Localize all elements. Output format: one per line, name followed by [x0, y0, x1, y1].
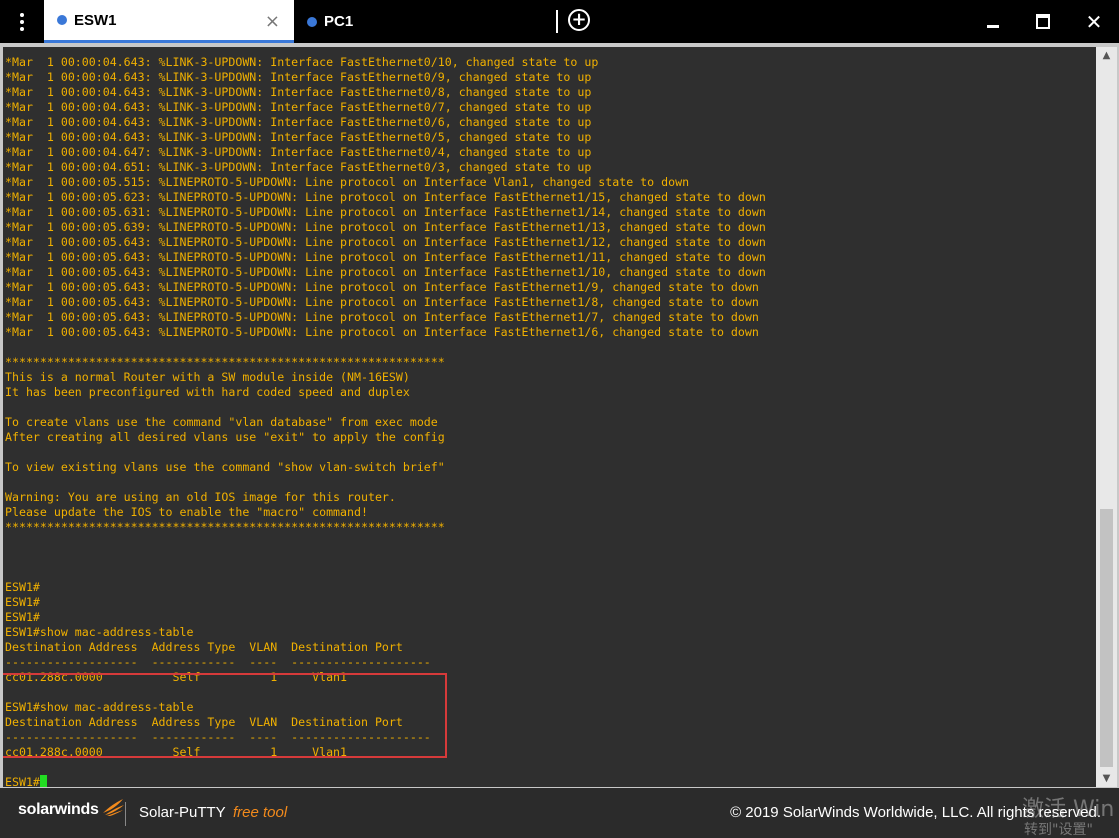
activation-watermark: 激活 Win 转到"设置" [0, 788, 1119, 838]
terminal-line: *Mar 1 00:00:05.643: %LINEPROTO-5-UPDOWN… [5, 325, 759, 339]
terminal-line: *Mar 1 00:00:05.631: %LINEPROTO-5-UPDOWN… [5, 205, 766, 219]
terminal-line: ------------------- ------------ ---- --… [5, 730, 431, 744]
terminal-line: *Mar 1 00:00:05.623: %LINEPROTO-5-UPDOWN… [5, 190, 766, 204]
terminal-line: *Mar 1 00:00:05.643: %LINEPROTO-5-UPDOWN… [5, 280, 759, 294]
tab-label: PC1 [324, 13, 354, 30]
terminal-output: *Mar 1 00:00:04.643: %LINK-3-UPDOWN: Int… [5, 55, 766, 787]
terminal-line: *Mar 1 00:00:04.643: %LINK-3-UPDOWN: Int… [5, 70, 592, 84]
menu-dot [20, 26, 24, 31]
tab-pc1[interactable]: PC1 [294, 0, 544, 43]
terminal-line: To create vlans use the command "vlan da… [5, 415, 438, 429]
terminal-line: ------------------- ------------ ---- --… [5, 655, 431, 669]
terminal-line: cc01.288c.0000 Self 1 Vlan1 [5, 670, 348, 684]
terminal-line: *Mar 1 00:00:05.515: %LINEPROTO-5-UPDOWN… [5, 175, 690, 189]
terminal-line: ESW1#show mac-address-table [5, 700, 194, 714]
terminal-scrollbar[interactable]: ▲ ▼ [1096, 47, 1117, 787]
tab-esw1[interactable]: ESW1 × [44, 0, 294, 43]
menu-dot [20, 19, 24, 24]
terminal-line: After creating all desired vlans use "ex… [5, 430, 445, 444]
terminal-line: To view existing vlans use the command "… [5, 460, 445, 474]
scroll-down-icon[interactable]: ▼ [1096, 770, 1117, 787]
terminal-line: *Mar 1 00:00:05.643: %LINEPROTO-5-UPDOWN… [5, 295, 759, 309]
minimize-button[interactable] [968, 0, 1018, 43]
terminal-line: *Mar 1 00:00:05.639: %LINEPROTO-5-UPDOWN… [5, 220, 766, 234]
terminal-line: *Mar 1 00:00:04.651: %LINK-3-UPDOWN: Int… [5, 160, 592, 174]
minimize-icon [987, 25, 999, 28]
terminal-line: ESW1# [5, 775, 766, 787]
terminal-line: ESW1#show mac-address-table [5, 625, 194, 639]
watermark-line-2: 转到"设置" [1024, 822, 1093, 838]
tab-separator [556, 10, 558, 33]
terminal-line: *Mar 1 00:00:04.647: %LINK-3-UPDOWN: Int… [5, 145, 592, 159]
terminal-line: ESW1# [5, 595, 40, 609]
title-bar: ESW1 × PC1 + ✕ [0, 0, 1119, 43]
scroll-thumb[interactable] [1100, 509, 1113, 767]
terminal-line: *Mar 1 00:00:05.643: %LINEPROTO-5-UPDOWN… [5, 310, 759, 324]
terminal-line: *Mar 1 00:00:04.643: %LINK-3-UPDOWN: Int… [5, 130, 592, 144]
terminal-line: ESW1# [5, 610, 40, 624]
more-options-icon[interactable] [0, 0, 44, 43]
terminal-line: Destination Address Address Type VLAN De… [5, 640, 403, 654]
terminal-line: It has been preconfigured with hard code… [5, 385, 410, 399]
tab-label: ESW1 [74, 11, 117, 29]
terminal-line: *Mar 1 00:00:04.643: %LINK-3-UPDOWN: Int… [5, 85, 592, 99]
terminal-line: ****************************************… [5, 355, 445, 369]
terminal-line: *Mar 1 00:00:04.643: %LINK-3-UPDOWN: Int… [5, 55, 599, 69]
terminal-line: *Mar 1 00:00:05.643: %LINEPROTO-5-UPDOWN… [5, 235, 766, 249]
menu-dot [20, 12, 24, 17]
close-tab-icon[interactable]: × [265, 11, 280, 32]
scroll-up-icon[interactable]: ▲ [1096, 47, 1117, 64]
new-tab-icon[interactable]: + [568, 9, 590, 31]
terminal-line: Destination Address Address Type VLAN De… [5, 715, 403, 729]
terminal-line: *Mar 1 00:00:05.643: %LINEPROTO-5-UPDOWN… [5, 250, 766, 264]
terminal-cursor [39, 775, 47, 787]
terminal-line: ESW1# [5, 580, 40, 594]
terminal-line: Please update the IOS to enable the "mac… [5, 505, 368, 519]
terminal-line: Warning: You are using an old IOS image … [5, 490, 396, 504]
terminal-line: *Mar 1 00:00:05.643: %LINEPROTO-5-UPDOWN… [5, 265, 766, 279]
maximize-icon [1036, 14, 1050, 29]
terminal-line: This is a normal Router with a SW module… [5, 370, 410, 384]
close-window-button[interactable]: ✕ [1069, 0, 1119, 43]
terminal-line: *Mar 1 00:00:04.643: %LINK-3-UPDOWN: Int… [5, 100, 592, 114]
terminal-console[interactable]: *Mar 1 00:00:04.643: %LINK-3-UPDOWN: Int… [3, 47, 1096, 787]
footer-bar: solarwinds Solar-PuTTY free tool © 2019 … [0, 788, 1119, 838]
session-status-icon [307, 16, 317, 27]
terminal-frame: *Mar 1 00:00:04.643: %LINK-3-UPDOWN: Int… [0, 43, 1119, 788]
session-status-icon [57, 15, 67, 25]
terminal-line: ****************************************… [5, 520, 445, 534]
maximize-button[interactable] [1018, 0, 1068, 43]
terminal-line: *Mar 1 00:00:04.643: %LINK-3-UPDOWN: Int… [5, 115, 592, 129]
close-icon: ✕ [1085, 9, 1103, 34]
terminal-line: cc01.288c.0000 Self 1 Vlan1 [5, 745, 348, 759]
